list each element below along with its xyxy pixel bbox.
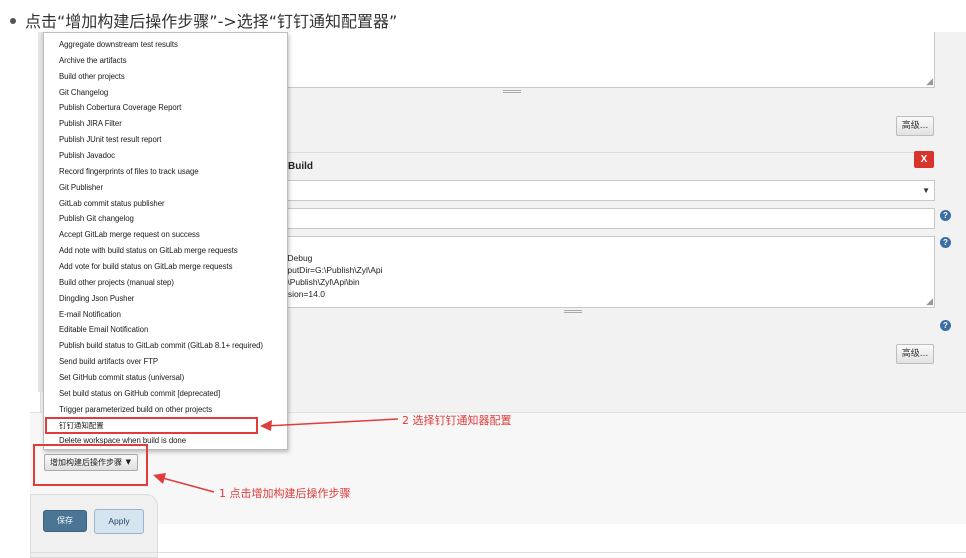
arrow-line-step1 <box>158 476 215 493</box>
arrow-head-step2 <box>260 420 272 431</box>
annotation-arrows <box>153 418 399 493</box>
arrow-line-step2 <box>265 418 399 427</box>
annotation-step2: 2 选择钉钉通知器配置 <box>402 414 512 427</box>
arrow-head-step1 <box>153 473 166 484</box>
annotation-step1: 1 点击增加构建后操作步骤 <box>219 487 351 500</box>
